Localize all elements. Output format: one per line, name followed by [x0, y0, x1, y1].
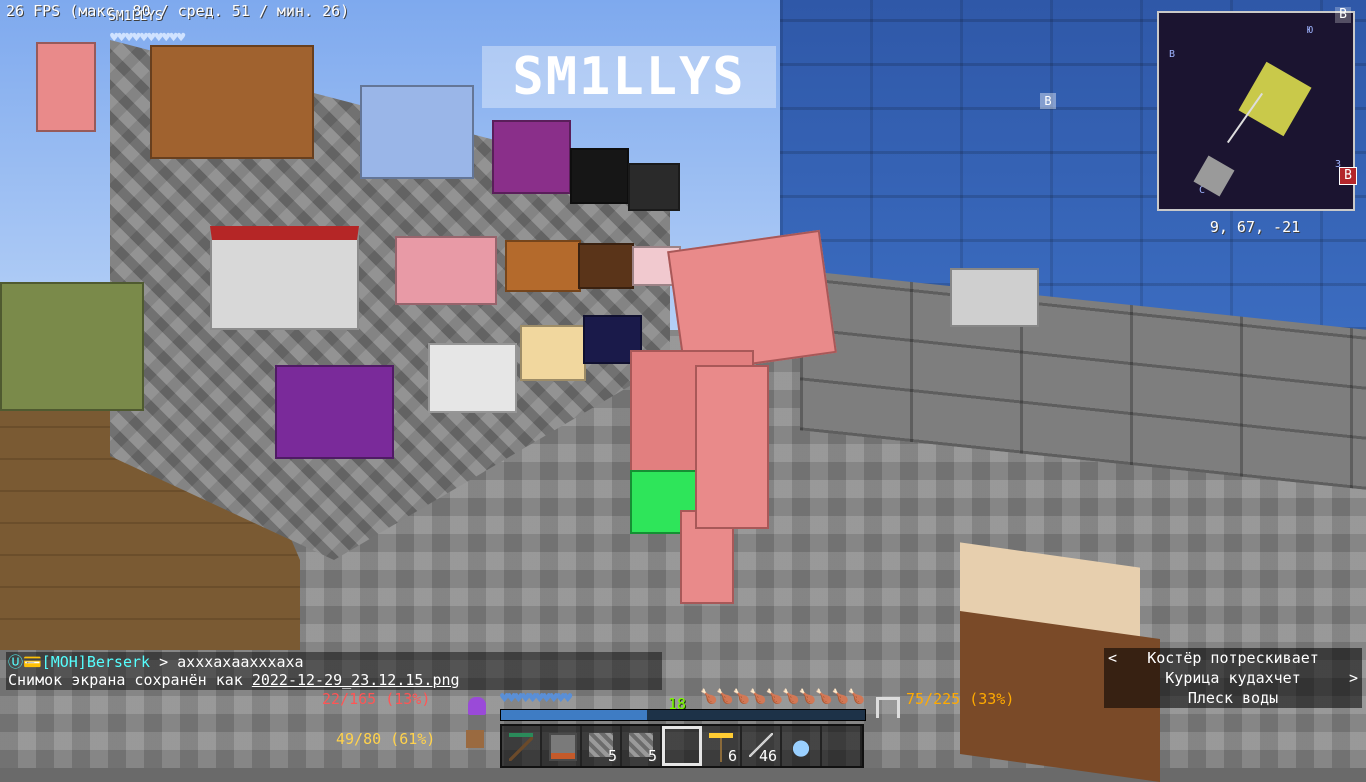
hotbar[interactable]: 5 5 6 46	[500, 724, 864, 768]
subtitle-text: Курица кудахчет	[1165, 669, 1301, 687]
player-head-block	[395, 236, 497, 305]
subtitle-text: Плеск воды	[1187, 689, 1279, 707]
chat-message: Ⓤ💳[МОН]Berserk > ахххахаахххаха	[6, 653, 662, 671]
skeleton-skull	[950, 268, 1039, 327]
player-health-hearts: ♥♥♥♥♥♥♥♥♥♥	[110, 30, 185, 46]
chat-message-text: > ахххахаахххаха	[150, 653, 304, 671]
player-head-block	[275, 365, 394, 459]
defense-readout: 49/80 (61%)	[336, 730, 436, 748]
player-head-block	[210, 226, 359, 330]
player-head-block	[505, 240, 581, 292]
item-count: 5	[647, 747, 657, 765]
pickaxe-icon	[509, 733, 533, 761]
hotbar-slot[interactable]	[782, 726, 822, 766]
hotbar-slot[interactable]	[542, 726, 582, 766]
player-head-block	[628, 163, 680, 211]
subtitle-item: Плеск воды	[1104, 688, 1362, 708]
subtitle-item: Курица кудахчет >	[1104, 668, 1362, 688]
waypoint-marker: В	[1040, 93, 1056, 109]
hotbar-slot[interactable]	[822, 726, 862, 766]
coordinates-readout: 9, 67, -21	[1209, 218, 1301, 236]
pink-mob-entity[interactable]	[630, 229, 837, 604]
zombie-pigman-head	[0, 282, 144, 411]
minimap-north-label: Ю	[1307, 25, 1314, 36]
chestplate-icon	[466, 730, 484, 748]
item-count: 46	[758, 747, 777, 765]
experience-bar-fill	[501, 710, 647, 720]
minimap-structure	[1238, 61, 1312, 137]
minimap: В Ю В З С В	[1157, 7, 1357, 211]
health-readout: 22/165 (13%)	[322, 690, 431, 708]
minimap-west-label: В	[1169, 49, 1176, 60]
mana-readout: 75/225 (33%)	[906, 690, 1015, 708]
chat-message-text: Снимок экрана сохранён как	[8, 671, 252, 689]
player-head-block	[428, 343, 517, 413]
armor-hearts: ♥♥♥♥♥♥♥♥♥♥	[500, 689, 572, 707]
hotbar-slot[interactable]: 5	[622, 726, 662, 766]
hotbar-slot[interactable]: 6	[702, 726, 742, 766]
hotbar-slot[interactable]	[502, 726, 542, 766]
minimap-direction-marker: В	[1339, 167, 1357, 185]
subtitle-text: Костёр потрескивает	[1147, 649, 1319, 667]
chat-box: Ⓤ💳[МОН]Berserk > ахххахаахххаха Снимок э…	[6, 652, 662, 690]
hotbar-slot[interactable]	[662, 726, 702, 766]
player-nameplate: SM1LLYS	[482, 46, 776, 108]
item-count: 5	[607, 747, 617, 765]
hunger-bar: 🍗🍗🍗🍗🍗🍗🍗🍗🍗🍗	[700, 689, 865, 705]
furnace-icon	[549, 733, 577, 761]
chat-sender[interactable]: Ⓤ💳[МОН]Berserk	[8, 653, 150, 671]
potion-icon	[789, 733, 813, 757]
minimap-direction-label: В	[1335, 7, 1351, 23]
fps-counter: 26 FPS (макс. 80 / сред. 51 / мин. 26)	[6, 2, 350, 20]
item-count: 6	[727, 747, 737, 765]
magnet-icon	[876, 697, 900, 718]
hotbar-slot[interactable]: 5	[582, 726, 622, 766]
subtitle-item: < Костёр потрескивает	[1104, 648, 1362, 668]
player-name-tag: SM1LLYS	[108, 9, 163, 24]
subtitle-right-arrow: >	[1348, 669, 1358, 687]
player-head-block	[492, 120, 571, 194]
screenshot-link[interactable]: 2022-12-29_23.12.15.png	[252, 671, 460, 689]
subtitle-left-arrow: <	[1108, 649, 1118, 667]
player-head-block	[520, 325, 586, 381]
player-head-block	[150, 45, 314, 159]
player-head-block	[360, 85, 474, 179]
hotbar-slot[interactable]: 46	[742, 726, 782, 766]
experience-bar	[500, 709, 866, 721]
helmet-icon	[468, 697, 486, 715]
player-head-block	[570, 148, 629, 204]
player-head-block	[578, 243, 634, 289]
subtitles-panel: < Костёр потрескивает Курица кудахчет > …	[1104, 648, 1362, 708]
chat-message: Снимок экрана сохранён как 2022-12-29_23…	[6, 671, 662, 689]
item-frame-pig	[36, 42, 96, 132]
